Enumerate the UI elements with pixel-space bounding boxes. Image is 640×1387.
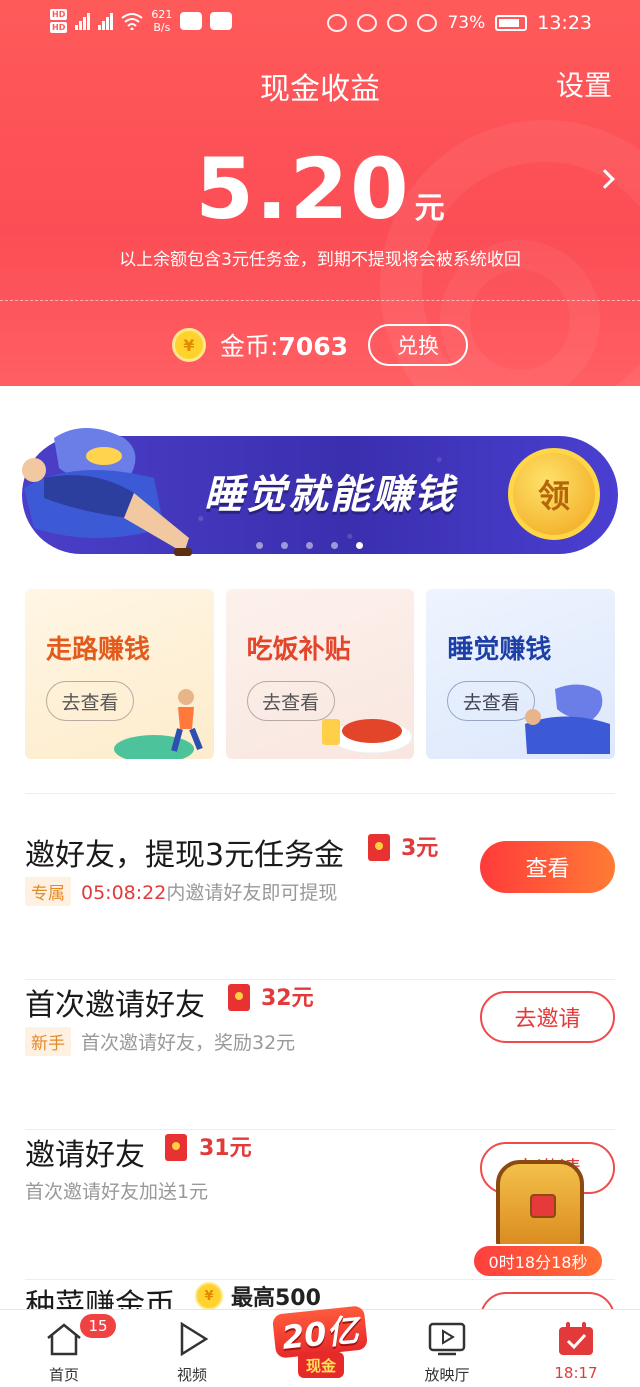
task-subtitle-text: 首次邀请好友，奖励32元 — [81, 1032, 296, 1054]
red-packet-icon — [228, 984, 250, 1011]
dashed-divider — [0, 300, 640, 301]
task-subtitle: 首次邀请好友加送1元 — [25, 1177, 208, 1204]
page-title: 现金收益 — [260, 72, 380, 107]
card-title: 吃饭补贴 — [246, 635, 351, 665]
banner-headline: 睡觉就能赚钱 — [204, 472, 456, 518]
wifi-icon — [121, 13, 143, 30]
task-subtitle: 专属 05:08:22内邀请好友即可提现 — [25, 877, 337, 906]
tab-video[interactable]: 视频 — [132, 1310, 252, 1387]
promo-amount: 20亿 — [271, 1305, 369, 1359]
balance-display[interactable]: 5.20 元 — [0, 140, 640, 238]
chest-countdown: 0时18分18秒 — [472, 1244, 604, 1278]
status-right: 73% 13:23 — [327, 12, 592, 34]
gold-coin-icon: ¥ — [195, 1282, 223, 1310]
alarm-icon — [357, 14, 378, 32]
card-title: 走路赚钱 — [46, 635, 151, 665]
red-packet-icon — [165, 1134, 187, 1161]
card-walk-earn[interactable]: 走路赚钱 去查看 — [25, 589, 214, 759]
settings-link[interactable]: 设置 — [556, 64, 612, 104]
task-invite-withdraw: 邀好友，提现3元任务金 3元 专属 05:08:22内邀请好友即可提现 查看 — [25, 830, 615, 980]
exclusive-tag: 专属 — [25, 877, 71, 906]
calendar-check-icon — [559, 1322, 593, 1355]
tab-checkin[interactable]: 18:17 — [516, 1310, 636, 1387]
card-title: 睡觉赚钱 — [447, 635, 552, 665]
view-button[interactable]: 查看 — [480, 841, 615, 893]
task-reward: 3元 — [401, 836, 439, 861]
promo-banner[interactable]: 睡觉就能赚钱 领 — [14, 418, 626, 568]
treasure-chest-widget[interactable]: 0时18分18秒 — [468, 1158, 608, 1286]
network-speed: 621 B/s — [151, 8, 173, 34]
exchange-button[interactable]: 兑换 — [368, 324, 469, 366]
sleeping-person-illustration — [22, 428, 192, 556]
task-title: 邀请好友 — [25, 1138, 145, 1173]
newbie-tag: 新手 — [25, 1027, 71, 1056]
hd-icon: HD HD — [50, 9, 68, 33]
claim-coin-icon: 领 — [508, 448, 600, 540]
tab-theater[interactable]: 放映厅 — [387, 1310, 507, 1387]
home-icon — [47, 1323, 81, 1356]
task-subtitle-text: 首次邀请好友加送1元 — [25, 1181, 209, 1203]
tab-label: 视频 — [176, 1366, 207, 1384]
play-icon — [180, 1321, 209, 1357]
home-badge: 15 — [80, 1314, 116, 1338]
card-meal-subsidy[interactable]: 吃饭补贴 去查看 — [225, 589, 415, 759]
bottom-tab-bar: 15 首页 视频 20亿 现金 放映厅 18:17 — [0, 1305, 640, 1387]
coins-balance: 金币:7063 — [220, 327, 348, 363]
signal-icon — [75, 12, 91, 30]
mute-icon — [417, 14, 438, 32]
task-subtitle: 新手 首次邀请好友，奖励32元 — [25, 1027, 295, 1056]
coins-value: 7063 — [278, 332, 349, 361]
food-illustration — [322, 719, 413, 754]
red-packet-icon — [368, 834, 390, 861]
tab-label: 18:17 — [554, 1364, 598, 1382]
task-reward: 32元 — [261, 986, 314, 1011]
signal-icon — [98, 12, 114, 30]
treasure-chest-icon — [496, 1160, 584, 1252]
moon-icon — [387, 14, 408, 32]
section-divider — [25, 793, 615, 794]
countdown-timer: 05:08:22 — [81, 882, 167, 904]
runner-illustration — [113, 689, 203, 759]
card-sleep-earn[interactable]: 睡觉赚钱 去查看 — [426, 589, 616, 759]
promo-label: 现金 — [298, 1352, 344, 1378]
task-first-invite: 首次邀请好友 32元 新手 首次邀请好友，奖励32元 去邀请 — [25, 980, 615, 1130]
carousel-dots — [256, 542, 363, 549]
sleeping-person-illustration — [525, 684, 611, 754]
task-reward: 31元 — [199, 1136, 252, 1161]
tab-home[interactable]: 15 首页 — [4, 1310, 124, 1387]
coins-row: ¥ 金币:7063 兑换 — [0, 324, 640, 366]
status-bar: HD HD 621 B/s 73% 13:23 — [0, 0, 640, 48]
task-title: 邀好友，提现3元任务金 — [25, 838, 345, 873]
clock: 13:23 — [537, 12, 592, 34]
balance-amount: 5.20 — [195, 140, 411, 238]
status-left: HD HD 621 B/s — [50, 8, 233, 34]
app-screen: HD HD 621 B/s 73% 13:23 现金收益 设置 5.20 元 以… — [0, 0, 640, 1387]
invite-button[interactable]: 去邀请 — [480, 991, 615, 1043]
tab-label: 放映厅 — [424, 1366, 470, 1384]
theater-icon — [428, 1322, 466, 1356]
tab-cash-promo[interactable]: 20亿 现金 — [268, 1292, 372, 1387]
eye-icon — [327, 14, 348, 32]
battery-percent: 73% — [447, 13, 486, 33]
task-subtitle-text: 05:08:22内邀请好友即可提现 — [81, 882, 338, 904]
balance-note: 以上余额包含3元任务金，到期不提现将会被系统收回 — [119, 250, 521, 270]
earnings-header: HD HD 621 B/s 73% 13:23 现金收益 设置 5.20 元 以… — [0, 0, 640, 386]
weibo-icon — [210, 12, 233, 30]
task-title: 首次邀请好友 — [25, 988, 205, 1023]
gold-coin-icon: ¥ — [171, 328, 206, 362]
wechat-icon — [180, 12, 203, 30]
tab-label: 首页 — [48, 1366, 79, 1384]
coins-label: 金币: — [219, 332, 279, 361]
feature-cards: 走路赚钱 去查看 吃饭补贴 去查看 睡觉赚钱 去查看 — [25, 589, 616, 759]
balance-unit: 元 — [414, 191, 445, 226]
battery-icon — [495, 15, 528, 31]
